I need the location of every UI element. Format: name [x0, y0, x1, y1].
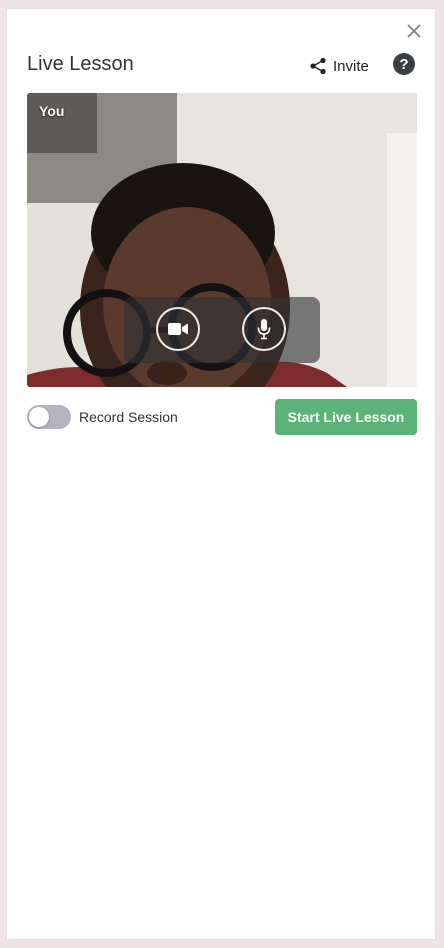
invite-button[interactable]: Invite — [309, 55, 369, 77]
close-icon — [407, 24, 421, 38]
video-preview: You — [27, 93, 417, 387]
record-session-label: Record Session — [79, 409, 178, 425]
help-button[interactable]: ? — [393, 53, 415, 75]
video-camera-icon — [168, 323, 188, 335]
self-video-label: You — [39, 103, 65, 119]
toggle-knob — [29, 407, 49, 427]
microphone-toggle-button[interactable] — [242, 307, 286, 351]
record-session-toggle[interactable] — [27, 405, 71, 429]
help-icon: ? — [399, 55, 409, 73]
share-icon — [310, 57, 326, 75]
page-title: Live Lesson — [27, 53, 134, 75]
close-button[interactable] — [404, 21, 424, 41]
start-live-lesson-button[interactable]: Start Live Lesson — [275, 399, 417, 435]
camera-toggle-button[interactable] — [156, 307, 200, 351]
media-controls — [124, 297, 320, 363]
microphone-icon — [257, 319, 271, 340]
live-lesson-panel: Live Lesson Invite ? You Record Session … — [6, 8, 436, 940]
invite-label: Invite — [333, 57, 369, 75]
